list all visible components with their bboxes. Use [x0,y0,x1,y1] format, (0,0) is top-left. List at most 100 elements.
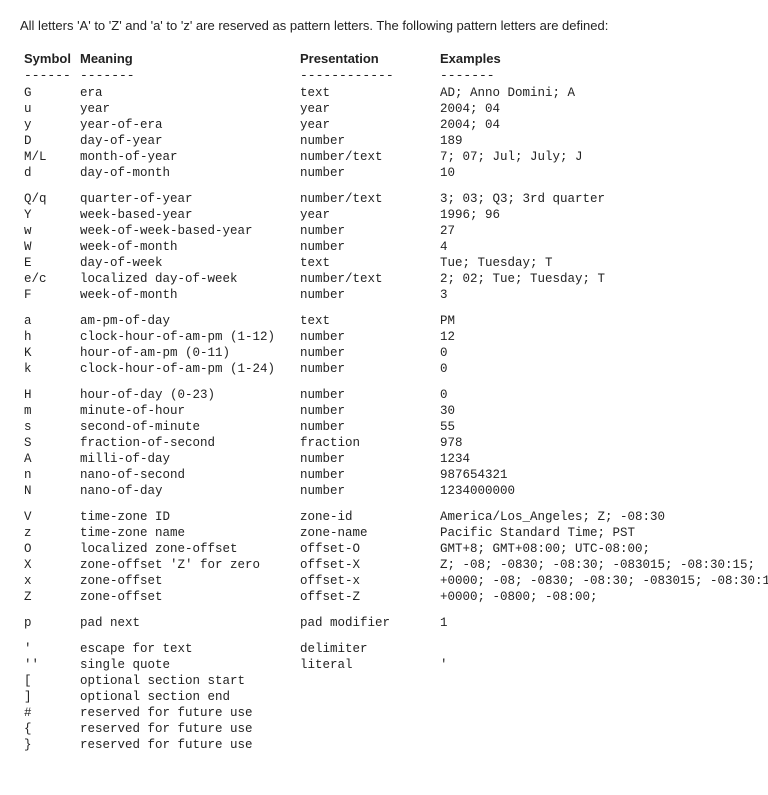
table-row: n nano-of-second number 987654321 [20,467,768,483]
cell-presentation: literal [300,657,440,673]
cell-presentation: fraction [300,435,440,451]
cell-examples: 10 [440,165,768,181]
table-divider: ------ ------- ------------ ------- [20,67,768,85]
divider-examples: ------- [440,67,768,85]
cell-meaning: zone-offset 'Z' for zero [80,557,300,573]
table-row: F week-of-month number 3 [20,287,768,303]
cell-presentation: offset-x [300,573,440,589]
cell-meaning: zone-offset [80,573,300,589]
cell-examples: 30 [440,403,768,419]
cell-presentation: text [300,255,440,271]
cell-symbol: M/L [20,149,80,165]
table-row: Y week-based-year year 1996; 96 [20,207,768,223]
cell-symbol: V [20,509,80,525]
cell-examples: 7; 07; Jul; July; J [440,149,768,165]
divider-symbol: ------ [20,67,80,85]
table-spacer-row [20,499,768,509]
cell-symbol: S [20,435,80,451]
cell-meaning: reserved for future use [80,721,300,737]
cell-meaning: minute-of-hour [80,403,300,419]
table-row: ] optional section end [20,689,768,705]
table-row: '' single quote literal ' [20,657,768,673]
divider-presentation: ------------ [300,67,440,85]
cell-presentation: number/text [300,191,440,207]
cell-symbol: # [20,705,80,721]
cell-presentation: number [300,223,440,239]
cell-presentation: number [300,361,440,377]
cell-presentation: zone-id [300,509,440,525]
cell-presentation [300,721,440,737]
cell-meaning: milli-of-day [80,451,300,467]
table-row: h clock-hour-of-am-pm (1-12) number 12 [20,329,768,345]
cell-symbol: x [20,573,80,589]
cell-examples: Z; -08; -0830; -08:30; -083015; -08:30:1… [440,557,768,573]
cell-examples: +0000; -0800; -08:00; [440,589,768,605]
cell-symbol: w [20,223,80,239]
table-spacer-row [20,303,768,313]
cell-meaning: optional section end [80,689,300,705]
cell-examples: +0000; -08; -0830; -08:30; -083015; -08:… [440,573,768,589]
table-row: w week-of-week-based-year number 27 [20,223,768,239]
cell-meaning: day-of-month [80,165,300,181]
table-row: a am-pm-of-day text PM [20,313,768,329]
cell-symbol: { [20,721,80,737]
cell-meaning: localized zone-offset [80,541,300,557]
cell-examples: 189 [440,133,768,149]
cell-symbol: O [20,541,80,557]
cell-examples: 1234000000 [440,483,768,499]
cell-meaning: nano-of-second [80,467,300,483]
cell-examples: 3 [440,287,768,303]
cell-examples [440,673,768,689]
cell-presentation: offset-O [300,541,440,557]
cell-presentation: number/text [300,271,440,287]
cell-symbol: m [20,403,80,419]
divider-meaning: ------- [80,67,300,85]
cell-meaning: era [80,85,300,101]
col-examples-header: Examples [440,50,768,67]
table-row: Q/q quarter-of-year number/text 3; 03; Q… [20,191,768,207]
cell-examples: 3; 03; Q3; 3rd quarter [440,191,768,207]
cell-symbol: z [20,525,80,541]
cell-examples: 0 [440,387,768,403]
cell-meaning: day-of-year [80,133,300,149]
cell-symbol: k [20,361,80,377]
cell-symbol: G [20,85,80,101]
table-row: O localized zone-offset offset-O GMT+8; … [20,541,768,557]
cell-meaning: nano-of-day [80,483,300,499]
cell-meaning: time-zone name [80,525,300,541]
cell-symbol: '' [20,657,80,673]
cell-meaning: time-zone ID [80,509,300,525]
cell-meaning: month-of-year [80,149,300,165]
table-spacer-row [20,377,768,387]
cell-symbol: ' [20,641,80,657]
cell-symbol: n [20,467,80,483]
cell-meaning: hour-of-am-pm (0-11) [80,345,300,361]
cell-examples: PM [440,313,768,329]
cell-presentation: delimiter [300,641,440,657]
cell-examples [440,641,768,657]
cell-symbol: [ [20,673,80,689]
cell-examples: 55 [440,419,768,435]
table-row: u year year 2004; 04 [20,101,768,117]
cell-examples: 4 [440,239,768,255]
col-meaning-header: Meaning [80,50,300,67]
table-row: K hour-of-am-pm (0-11) number 0 [20,345,768,361]
cell-meaning: year [80,101,300,117]
cell-meaning: quarter-of-year [80,191,300,207]
table-row: k clock-hour-of-am-pm (1-24) number 0 [20,361,768,377]
cell-meaning: escape for text [80,641,300,657]
cell-meaning: week-based-year [80,207,300,223]
cell-symbol: a [20,313,80,329]
cell-symbol: Y [20,207,80,223]
col-symbol-header: Symbol [20,50,80,67]
cell-symbol: H [20,387,80,403]
cell-presentation: year [300,117,440,133]
cell-meaning: clock-hour-of-am-pm (1-12) [80,329,300,345]
table-header: Symbol Meaning Presentation Examples [20,50,768,67]
cell-meaning: reserved for future use [80,705,300,721]
table-row: s second-of-minute number 55 [20,419,768,435]
cell-examples: 2; 02; Tue; Tuesday; T [440,271,768,287]
table-spacer-row [20,181,768,191]
cell-meaning: pad next [80,615,300,631]
cell-presentation: number/text [300,149,440,165]
